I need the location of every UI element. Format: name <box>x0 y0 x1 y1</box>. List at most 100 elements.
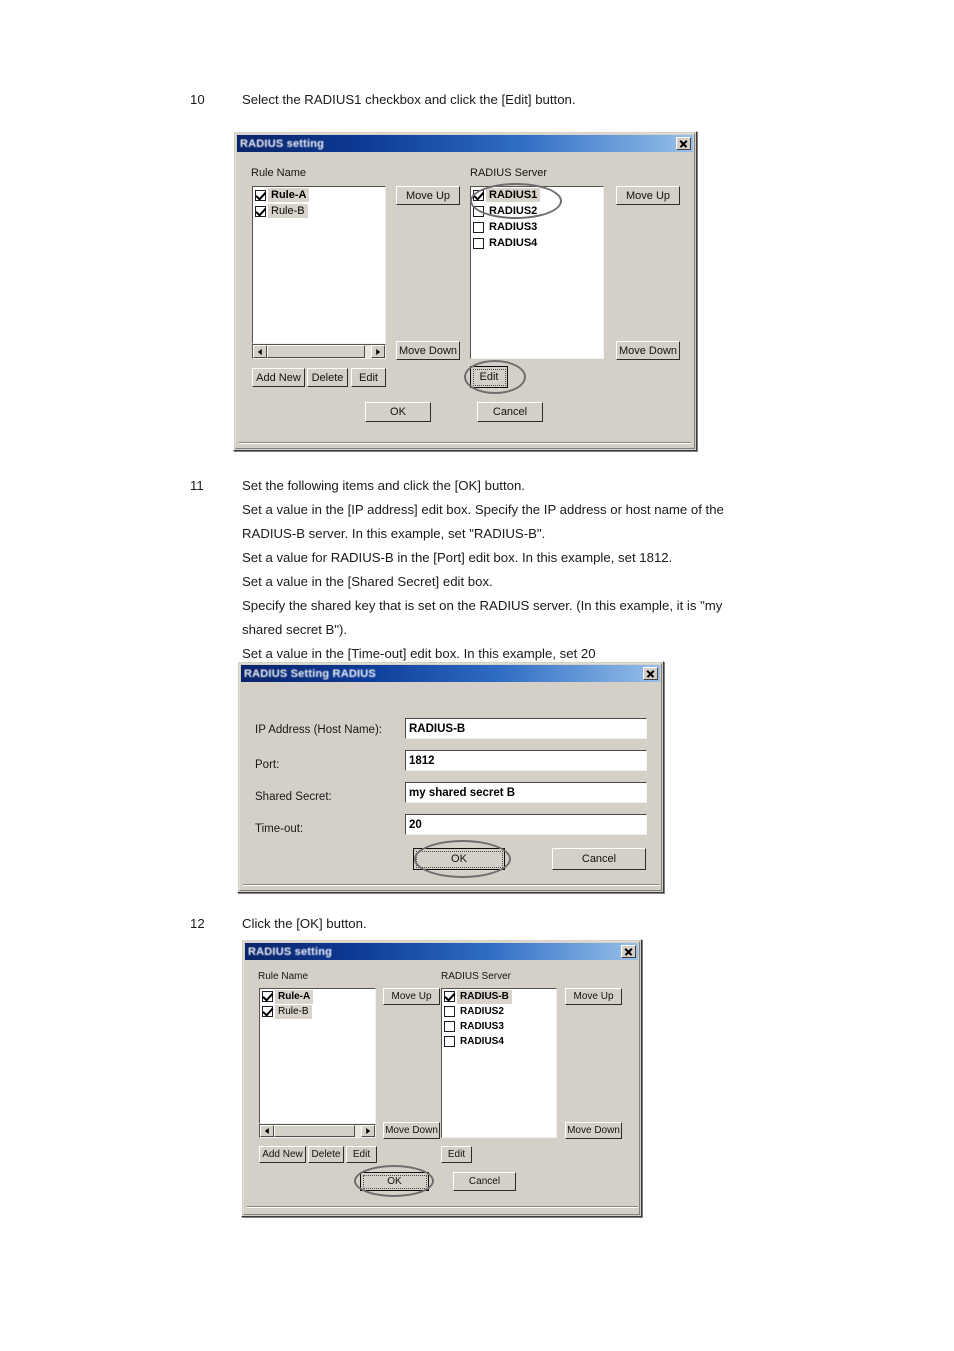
cancel-button[interactable]: Cancel <box>552 848 646 870</box>
scroll-thumb[interactable] <box>274 1125 355 1137</box>
port-label: Port: <box>255 759 280 771</box>
step-12-number: 12 <box>190 916 205 931</box>
edit-right-button[interactable]: Edit <box>470 366 508 388</box>
list-item[interactable]: RADIUS-B <box>442 989 556 1004</box>
step-11-line-6: Specify the shared key that is set on th… <box>242 598 723 613</box>
time-out-label: Time-out: <box>255 823 304 835</box>
radius-setting-dialog-1[interactable]: RADIUS setting Rule Name RADIUS Server R… <box>233 131 697 451</box>
step-10-body: Select the RADIUS1 checkbox and click th… <box>242 88 890 112</box>
server-item-label: RADIUS4 <box>489 237 538 249</box>
add-new-button[interactable]: Add New <box>252 368 305 387</box>
list-item[interactable]: Rule-A <box>260 989 375 1004</box>
list-item[interactable]: RADIUS4 <box>471 235 603 251</box>
rule-name-label: Rule Name <box>258 971 309 982</box>
move-down-left-button[interactable]: Move Down <box>396 341 460 360</box>
rule-name-listbox[interactable]: Rule-A Rule-B <box>252 186 386 344</box>
port-field[interactable]: 1812 <box>405 750 647 771</box>
page-root: { "page": { "width": 954, "height": 1351… <box>0 0 954 1351</box>
shared-secret-field[interactable]: my shared secret B <box>405 782 647 803</box>
scroll-right-icon[interactable] <box>361 1125 375 1137</box>
checkbox-icon[interactable] <box>473 189 484 201</box>
server-item-label: RADIUS-B <box>457 989 512 1004</box>
list-item[interactable]: RADIUS2 <box>471 203 603 219</box>
list-item[interactable]: RADIUS2 <box>442 1004 556 1019</box>
rule-name-listbox[interactable]: Rule-A Rule-B <box>259 988 376 1124</box>
step-12: 12 Click the [OK] button. <box>190 912 890 936</box>
list-item[interactable]: RADIUS1 <box>471 187 603 203</box>
scroll-thumb[interactable] <box>267 345 365 358</box>
ok-button[interactable]: OK <box>360 1172 429 1191</box>
shared-secret-label: Shared Secret: <box>255 791 332 803</box>
checkbox-icon[interactable] <box>473 221 484 233</box>
step-11-number: 11 <box>190 478 204 493</box>
step-10: 10 Select the RADIUS1 checkbox and click… <box>190 88 890 112</box>
scroll-left-icon[interactable] <box>260 1125 274 1137</box>
scroll-left-icon[interactable] <box>253 345 267 358</box>
list-item[interactable]: Rule-A <box>253 187 385 203</box>
ok-button[interactable]: OK <box>365 402 431 422</box>
radius-setting-dialog-3[interactable]: RADIUS setting Rule Name RADIUS Server R… <box>241 939 642 1217</box>
dialog-3-body: Rule Name RADIUS Server Rule-A Rule-B RA… <box>245 961 638 1213</box>
move-down-right-button[interactable]: Move Down <box>565 1122 622 1139</box>
dialog-2-titlebar[interactable]: RADIUS Setting RADIUS <box>241 665 660 682</box>
rule-name-hscrollbar[interactable] <box>259 1124 376 1138</box>
rule-item-label: Rule-B <box>268 204 308 218</box>
delete-button[interactable]: Delete <box>308 1146 344 1163</box>
radius-server-listbox[interactable]: RADIUS1 RADIUS2 RADIUS3 RADIUS4 <box>470 186 604 359</box>
time-out-field[interactable]: 20 <box>405 814 647 835</box>
edit-right-button[interactable]: Edit <box>441 1146 472 1163</box>
move-up-right-button[interactable]: Move Up <box>616 186 680 205</box>
divider <box>243 884 660 886</box>
add-new-button[interactable]: Add New <box>259 1146 306 1163</box>
list-item[interactable]: RADIUS3 <box>442 1019 556 1034</box>
ok-button[interactable]: OK <box>413 848 505 870</box>
checkbox-icon[interactable] <box>255 189 266 201</box>
checkbox-icon[interactable] <box>473 237 484 249</box>
list-item[interactable]: RADIUS3 <box>471 219 603 235</box>
scroll-right-icon[interactable] <box>371 345 385 358</box>
server-item-label: RADIUS1 <box>486 188 541 202</box>
radius-server-listbox[interactable]: RADIUS-B RADIUS2 RADIUS3 RADIUS4 <box>441 988 557 1138</box>
close-icon[interactable] <box>621 945 636 958</box>
list-item[interactable]: Rule-B <box>253 203 385 219</box>
checkbox-icon[interactable] <box>444 1036 455 1047</box>
cancel-button[interactable]: Cancel <box>477 402 543 422</box>
ip-address-field[interactable]: RADIUS-B <box>405 718 647 739</box>
rule-item-label: Rule-B <box>275 1004 312 1019</box>
step-11: 11 Set the following items and click the… <box>190 474 890 666</box>
edit-left-button[interactable]: Edit <box>351 368 386 387</box>
server-item-label: RADIUS3 <box>460 1020 504 1032</box>
rule-name-hscrollbar[interactable] <box>252 344 386 359</box>
move-up-left-button[interactable]: Move Up <box>383 988 440 1005</box>
checkbox-icon[interactable] <box>444 1006 455 1017</box>
checkbox-icon[interactable] <box>262 991 273 1002</box>
step-11-line-5: Set a value in the [Shared Secret] edit … <box>242 574 493 589</box>
list-item[interactable]: Rule-B <box>260 1004 375 1019</box>
checkbox-icon[interactable] <box>473 205 484 217</box>
list-item[interactable]: RADIUS4 <box>442 1034 556 1049</box>
server-item-label: RADIUS2 <box>489 205 538 217</box>
delete-button[interactable]: Delete <box>307 368 348 387</box>
checkbox-icon[interactable] <box>444 991 455 1002</box>
close-icon[interactable] <box>676 137 691 150</box>
ip-address-label: IP Address (Host Name): <box>255 724 382 736</box>
ok-button-label: OK <box>362 1174 427 1189</box>
move-down-right-button[interactable]: Move Down <box>616 341 680 360</box>
dialog-3-titlebar[interactable]: RADIUS setting <box>245 943 638 960</box>
dialog-1-titlebar[interactable]: RADIUS setting <box>237 135 693 152</box>
close-icon[interactable] <box>643 667 658 680</box>
radius-setting-dialog-2[interactable]: RADIUS Setting RADIUS IP Address (Host N… <box>237 661 664 893</box>
cancel-button[interactable]: Cancel <box>453 1172 516 1191</box>
server-item-label: RADIUS3 <box>489 221 538 233</box>
step-11-line-1: Set the following items and click the [O… <box>242 478 525 493</box>
edit-left-button[interactable]: Edit <box>346 1146 377 1163</box>
move-down-left-button[interactable]: Move Down <box>383 1122 440 1139</box>
move-up-left-button[interactable]: Move Up <box>396 186 460 205</box>
checkbox-icon[interactable] <box>444 1021 455 1032</box>
rule-item-label: Rule-A <box>275 989 314 1004</box>
checkbox-icon[interactable] <box>255 205 266 217</box>
move-up-right-button[interactable]: Move Up <box>565 988 622 1005</box>
checkbox-icon[interactable] <box>262 1006 273 1017</box>
radius-server-label: RADIUS Server <box>470 167 548 179</box>
step-12-line-1: Click the [OK] button. <box>242 916 367 931</box>
